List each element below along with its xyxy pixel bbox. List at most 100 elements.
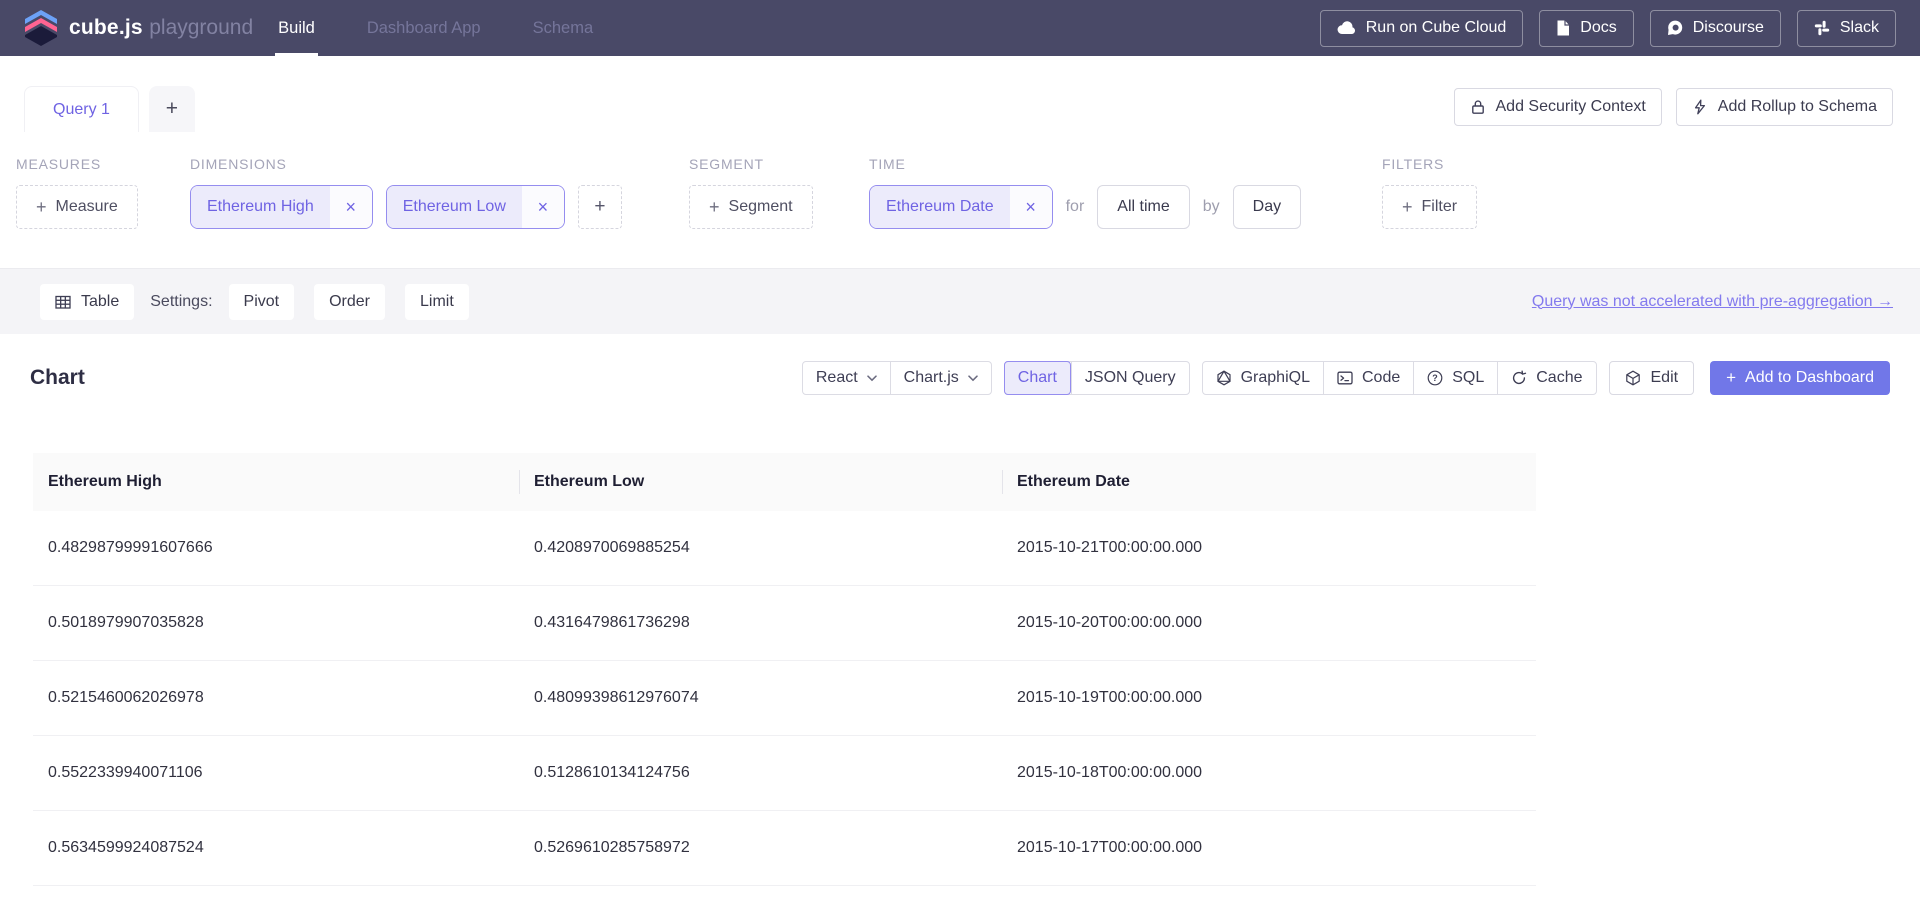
granularity-button[interactable]: Day — [1233, 185, 1301, 229]
settings-label: Settings: — [150, 293, 212, 311]
sql-label: SQL — [1452, 369, 1484, 387]
time-chip-ethereum-date[interactable]: Ethereum Date × — [869, 185, 1053, 229]
cell-ethereum-high: 0.5018979907035828 — [33, 614, 519, 632]
run-on-cube-cloud-button[interactable]: Run on Cube Cloud — [1320, 10, 1524, 47]
dimensions-label: DIMENSIONS — [190, 156, 622, 172]
remove-chip-icon[interactable]: × — [522, 186, 564, 228]
tab-code[interactable]: Code — [1323, 362, 1413, 394]
framework-select-value: React — [816, 369, 858, 387]
cell-ethereum-low: 0.4316479861736298 — [519, 614, 1002, 632]
remove-chip-icon[interactable]: × — [1010, 186, 1052, 228]
docs-button[interactable]: Docs — [1539, 10, 1633, 47]
cell-ethereum-low: 0.5269610285758972 — [519, 839, 1002, 857]
cell-ethereum-high: 0.5634599924087524 — [33, 839, 519, 857]
slack-button[interactable]: Slack — [1797, 10, 1896, 47]
nav-tab-dashboard-app[interactable]: Dashboard App — [364, 0, 484, 56]
add-filter-button[interactable]: + Filter — [1382, 185, 1477, 229]
measures-label: MEASURES — [16, 156, 138, 172]
graphql-icon — [1216, 370, 1232, 386]
discourse-button[interactable]: Discourse — [1650, 10, 1781, 47]
chevron-down-icon — [867, 375, 877, 382]
table-row: 0.48298799991607666 0.4208970069885254 2… — [33, 511, 1536, 586]
library-select[interactable]: Chart.js — [890, 362, 991, 394]
pivot-button[interactable]: Pivot — [229, 284, 295, 320]
dimension-chip-ethereum-high[interactable]: Ethereum High × — [190, 185, 373, 229]
logo-suffix: playground — [149, 16, 253, 39]
table-row: 0.5634599924087524 0.5269610285758972 20… — [33, 811, 1536, 886]
top-navbar: cube.js playground Build Dashboard App S… — [0, 0, 1920, 56]
order-button[interactable]: Order — [314, 284, 385, 320]
view-tabs: Chart JSON Query — [1004, 361, 1190, 395]
plus-icon: + — [1726, 368, 1736, 388]
add-measure-button[interactable]: + Measure — [16, 185, 138, 229]
discourse-label: Discourse — [1693, 19, 1764, 37]
table-header-row: Ethereum High Ethereum Low Ethereum Date — [33, 453, 1536, 511]
chart-panel-header: Chart React Chart.js — [30, 360, 1890, 396]
tab-graphiql[interactable]: GraphiQL — [1203, 362, 1323, 394]
time-label: TIME — [869, 156, 1301, 172]
chart-panel-title: Chart — [30, 366, 85, 390]
measures-group: MEASURES + Measure — [16, 156, 138, 229]
graphiql-label: GraphiQL — [1241, 369, 1310, 387]
plus-icon: + — [1402, 197, 1413, 218]
add-to-dashboard-button[interactable]: + Add to Dashboard — [1710, 361, 1890, 395]
chart-panel-controls: React Chart.js — [802, 361, 1890, 395]
nav-actions: Run on Cube Cloud Docs — [1320, 10, 1896, 47]
framework-library-selects: React Chart.js — [802, 361, 992, 395]
add-dimension-button[interactable]: + — [578, 185, 622, 229]
date-range-button[interactable]: All time — [1097, 185, 1189, 229]
cell-ethereum-high: 0.5215460062026978 — [33, 689, 519, 707]
add-measure-label: Measure — [56, 198, 118, 216]
filters-label: FILTERS — [1382, 156, 1477, 172]
tab-sql[interactable]: ? SQL — [1413, 362, 1497, 394]
add-query-tab-button[interactable]: + — [149, 86, 195, 132]
tab-chart[interactable]: Chart — [1004, 361, 1071, 395]
time-group: TIME Ethereum Date × for All time by Day — [869, 156, 1301, 229]
chip-label: Ethereum Date — [870, 186, 1010, 228]
tab-cache[interactable]: Cache — [1497, 362, 1595, 394]
cell-ethereum-date: 2015-10-18T00:00:00.000 — [1002, 764, 1536, 782]
docs-icon — [1556, 20, 1570, 36]
remove-chip-icon[interactable]: × — [330, 186, 372, 228]
edit-button[interactable]: Edit — [1609, 361, 1695, 395]
zap-icon — [1692, 99, 1708, 115]
slack-icon — [1814, 20, 1830, 36]
add-to-dashboard-label: Add to Dashboard — [1745, 369, 1874, 387]
table-view-button[interactable]: Table — [40, 284, 134, 320]
filters-group: FILTERS + Filter — [1382, 156, 1477, 229]
question-circle-icon: ? — [1427, 370, 1443, 386]
nav-tabs: Build Dashboard App Schema — [275, 0, 596, 56]
cell-ethereum-high: 0.48298799991607666 — [33, 539, 519, 557]
framework-select[interactable]: React — [803, 362, 890, 394]
column-header-ethereum-date: Ethereum Date — [1002, 473, 1536, 491]
table-row: 0.5018979907035828 0.4316479861736298 20… — [33, 586, 1536, 661]
by-text: by — [1203, 198, 1220, 216]
add-security-context-button[interactable]: Add Security Context — [1454, 88, 1662, 126]
cell-ethereum-date: 2015-10-19T00:00:00.000 — [1002, 689, 1536, 707]
preaggregation-link[interactable]: Query was not accelerated with pre-aggre… — [1532, 293, 1893, 311]
limit-button[interactable]: Limit — [405, 284, 469, 320]
add-segment-button[interactable]: + Segment — [689, 185, 813, 229]
tab-json-query[interactable]: JSON Query — [1071, 362, 1189, 394]
cell-ethereum-high: 0.5522339940071106 — [33, 764, 519, 782]
add-filter-label: Filter — [1422, 198, 1458, 216]
column-header-ethereum-low: Ethereum Low — [519, 473, 1002, 491]
segment-group: SEGMENT + Segment — [689, 156, 813, 229]
table-row: 0.5215460062026978 0.48099398612976074 2… — [33, 661, 1536, 736]
docs-label: Docs — [1580, 19, 1616, 37]
cloud-icon — [1337, 21, 1356, 35]
nav-tab-build[interactable]: Build — [275, 0, 318, 56]
edit-label: Edit — [1651, 369, 1679, 387]
query-tab-actions: Add Security Context Add Rollup to Schem… — [1454, 88, 1894, 126]
add-rollup-to-schema-button[interactable]: Add Rollup to Schema — [1676, 88, 1893, 126]
cell-ethereum-low: 0.48099398612976074 — [519, 689, 1002, 707]
dimension-chip-ethereum-low[interactable]: Ethereum Low × — [386, 185, 565, 229]
nav-tab-schema[interactable]: Schema — [530, 0, 597, 56]
cell-ethereum-date: 2015-10-17T00:00:00.000 — [1002, 839, 1536, 857]
slack-label: Slack — [1840, 19, 1879, 37]
code-label: Code — [1362, 369, 1400, 387]
result-table: Ethereum High Ethereum Low Ethereum Date… — [33, 453, 1536, 886]
svg-text:?: ? — [1432, 373, 1438, 383]
query-tab-1[interactable]: Query 1 — [24, 86, 139, 132]
cell-ethereum-low: 0.5128610134124756 — [519, 764, 1002, 782]
